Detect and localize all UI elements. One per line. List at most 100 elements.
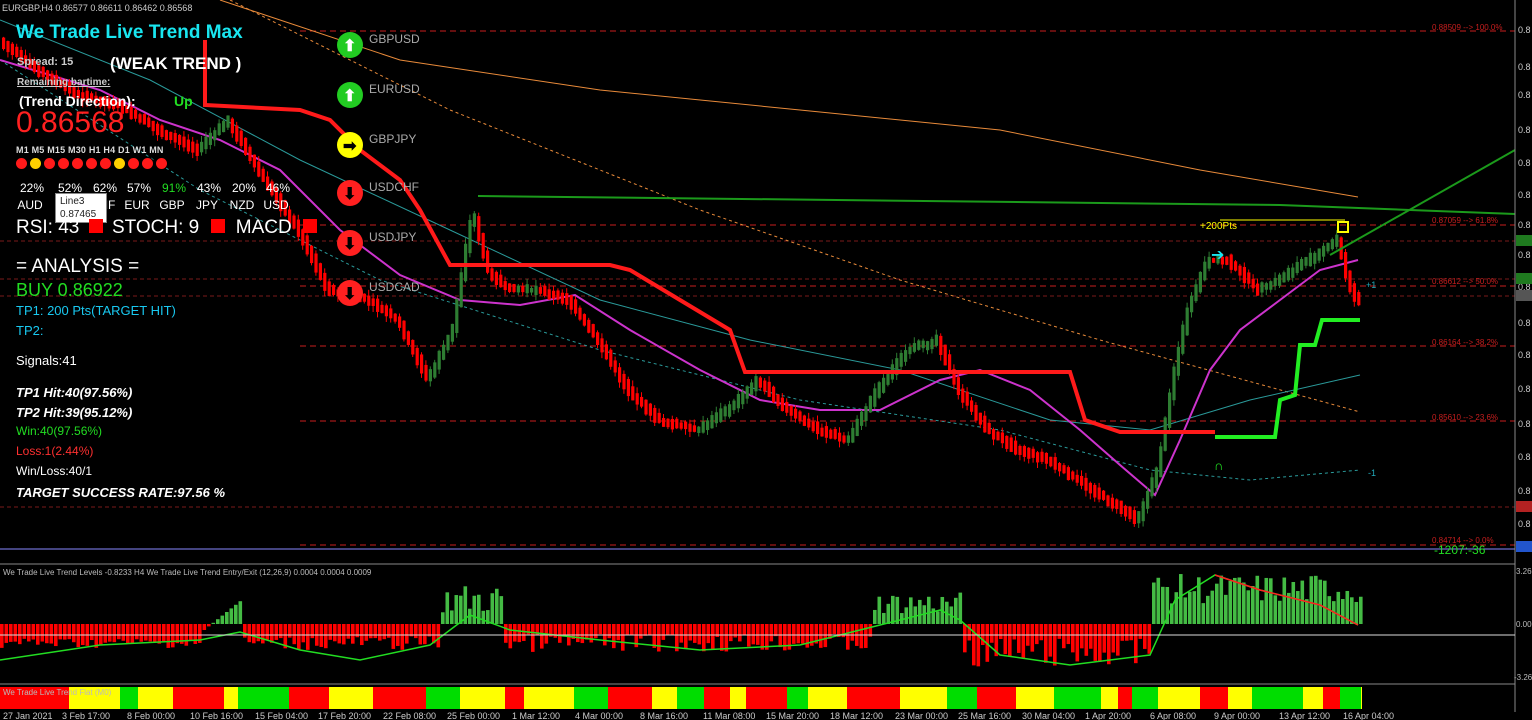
candle-body xyxy=(481,233,485,259)
candle-body xyxy=(877,382,881,398)
histogram-bar xyxy=(517,624,522,643)
histogram-bar xyxy=(94,624,99,648)
candle-body xyxy=(961,388,965,403)
price-scale-label: 0.8 xyxy=(1518,158,1531,168)
candle-body xyxy=(1084,477,1088,491)
histogram-bar xyxy=(103,624,108,643)
histogram-bar xyxy=(387,624,391,638)
histogram-bar xyxy=(1251,586,1255,624)
time-axis-label: 11 Mar 08:00 xyxy=(703,711,755,720)
arrow-down-icon: ⬇ xyxy=(343,236,356,253)
histogram-bar xyxy=(1183,597,1188,624)
time-axis-label: 25 Feb 00:00 xyxy=(447,711,500,720)
candle-body xyxy=(1247,272,1251,284)
candle-body xyxy=(974,405,978,421)
candle-body xyxy=(450,323,454,342)
candle-body xyxy=(569,295,573,310)
candle-body xyxy=(992,429,996,440)
candle-body xyxy=(248,146,252,162)
histogram-bar xyxy=(207,624,211,627)
candle-body xyxy=(965,391,969,406)
histogram-bar xyxy=(1309,576,1314,624)
histogram-bar xyxy=(742,624,747,636)
histogram-bar xyxy=(481,610,486,624)
timeframe-dot xyxy=(43,157,56,170)
histogram-bar xyxy=(31,624,36,640)
price-chart-canvas[interactable]: 0.88509 --> 100.0% 0.87059 --> 61.8% 0.866… xyxy=(0,0,1532,720)
rsi-status-square xyxy=(88,219,103,233)
histogram-bar xyxy=(1152,582,1156,624)
candle-body xyxy=(1036,452,1040,463)
histogram-bar xyxy=(756,624,760,645)
time-axis-label: 17 Feb 20:00 xyxy=(318,711,371,720)
oscillator-row: RSI: 43 STOCH: 9 MACD xyxy=(16,217,318,239)
histogram-bar xyxy=(540,624,544,649)
candle-body xyxy=(6,41,10,53)
candle-body xyxy=(1071,471,1075,480)
candle-body xyxy=(538,287,542,294)
candle-body xyxy=(838,432,842,442)
candle-body xyxy=(860,411,864,426)
candle-body xyxy=(609,349,613,367)
candle-body xyxy=(402,320,406,340)
flat-segment xyxy=(677,687,704,709)
histogram-bar xyxy=(63,624,67,640)
candle-body xyxy=(820,427,824,437)
candle-body xyxy=(380,304,384,314)
price-scale-label: 0.8 xyxy=(1518,220,1531,230)
histogram-bar xyxy=(166,624,171,648)
time-axis-label: 25 Mar 16:00 xyxy=(958,711,1011,720)
candle-body xyxy=(1260,282,1264,293)
histogram-bar xyxy=(1359,596,1363,624)
flat-segment xyxy=(173,687,224,709)
flat-segment xyxy=(704,687,730,709)
candle-body xyxy=(428,369,432,382)
remaining-bartime-label: Remaining bartime: xyxy=(17,77,111,88)
flat-segment xyxy=(1016,687,1054,709)
trading-chart-window[interactable]: 0.88509 --> 100.0% 0.87059 --> 61.8% 0.866… xyxy=(0,0,1532,720)
panel-title: We Trade Live Trend Max xyxy=(16,22,243,43)
candle-body xyxy=(780,397,784,412)
candle-body xyxy=(213,130,217,141)
minus-one-label: -1 xyxy=(1368,468,1377,478)
histogram-bar xyxy=(1278,600,1282,624)
candle-body xyxy=(851,427,855,443)
price-scale-label: 0.8 xyxy=(1518,419,1531,429)
timeframe-dots xyxy=(15,157,169,175)
candle-body xyxy=(794,408,798,419)
flat-segment xyxy=(524,687,574,709)
histogram-bar xyxy=(324,624,328,649)
candle-body xyxy=(767,381,771,397)
flat-subwindow-title: We Trade Live Trend Flat (M0) xyxy=(3,688,112,697)
histogram-bar xyxy=(1305,599,1309,624)
trendline-up xyxy=(1329,149,1516,256)
histogram-bar xyxy=(576,624,580,643)
histogram-bar xyxy=(499,596,504,624)
win-loss-ratio: Win/Loss:40/1 xyxy=(16,464,93,478)
histogram-bar xyxy=(297,624,301,650)
candle-body xyxy=(1273,277,1277,286)
ma-slow-line xyxy=(219,0,1359,198)
candle-body xyxy=(926,341,930,351)
candle-body xyxy=(1335,234,1339,247)
histogram-bar xyxy=(801,624,805,644)
candle-body xyxy=(648,403,652,416)
candle-body xyxy=(983,415,987,433)
histogram-bar xyxy=(0,624,4,648)
histogram-bar xyxy=(657,624,661,652)
histogram-bar xyxy=(130,624,135,644)
candle-body xyxy=(1163,417,1167,451)
histogram-bar xyxy=(454,595,459,624)
histogram-bar xyxy=(252,624,256,644)
candle-body xyxy=(1313,252,1317,264)
candle-body xyxy=(186,139,190,152)
histogram-bar xyxy=(873,609,877,624)
pair-name: GBPUSD xyxy=(369,32,420,46)
candle-body xyxy=(1128,506,1132,520)
pair-name: USDCAD xyxy=(369,280,420,294)
candle-body xyxy=(543,285,547,296)
candle-body xyxy=(1286,267,1290,281)
candle-body xyxy=(261,168,265,182)
candle-body xyxy=(1269,281,1273,290)
histogram-bar xyxy=(684,624,688,649)
